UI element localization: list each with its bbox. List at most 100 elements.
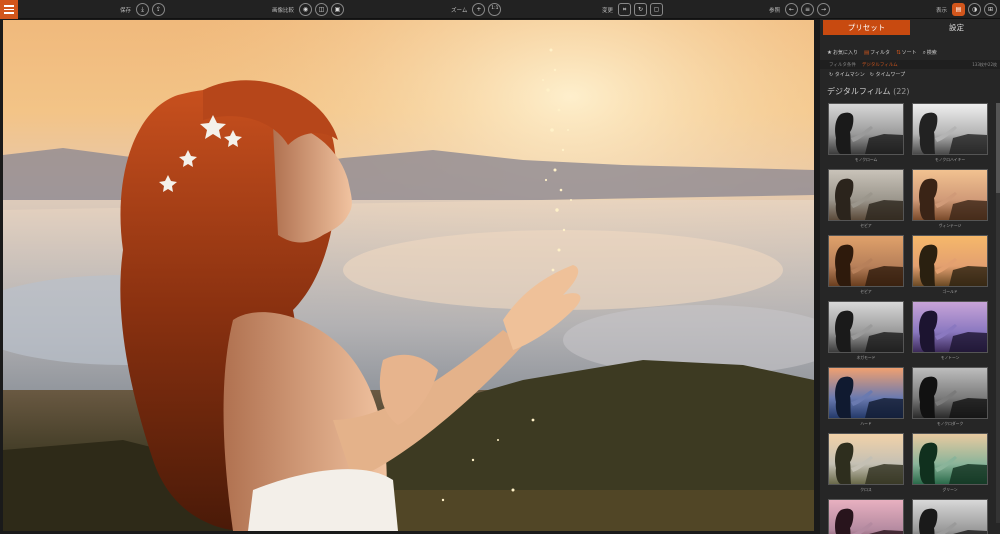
preset-thumbnail-caption: ゴールド <box>942 289 958 294</box>
preset-thumbnail-image <box>828 367 904 419</box>
history-icon[interactable]: ≡ <box>801 3 815 16</box>
save-label: 保存 <box>120 7 132 14</box>
photo-editor-app: 保存 ⤓ ⇪ 画像比較 ◉ ◫ ▣ ズーム + 1:1 変更 ⌗ ↻ ▢ 参照 … <box>0 0 1000 534</box>
undo-icon[interactable]: ← <box>785 3 799 16</box>
breadcrumb: フィルタ条件 デジタルフィルム 133枚中22枚 <box>820 60 1000 69</box>
view-label: 表示 <box>936 7 948 14</box>
rotate-icon[interactable]: ↻ <box>634 3 648 16</box>
breadcrumb-current[interactable]: デジタルフィルム <box>862 62 898 68</box>
zoom-label: ズーム <box>451 7 468 14</box>
preset-thumbnail[interactable]: ネガモード <box>828 301 904 361</box>
preset-thumbnail-caption: ヴィンテージ <box>938 223 962 228</box>
preset-thumbnail-caption: セピア <box>860 289 872 294</box>
sort-icon: ⇅ <box>896 50 901 56</box>
preset-thumbnail-caption: クロス <box>860 487 872 492</box>
star-icon: ★ <box>827 50 832 56</box>
filter-icon: ▤ <box>863 50 870 56</box>
share-icon[interactable]: ⇪ <box>152 3 166 16</box>
group-count: (22) <box>893 87 910 96</box>
panel-tabs: プリセット 設定 <box>820 19 1000 35</box>
preset-thumbnail-image <box>912 433 988 485</box>
preset-thumbnail-caption: モノクローム <box>854 157 878 162</box>
preset-thumbnail[interactable]: クロス <box>828 433 904 493</box>
panel-scrollbar[interactable] <box>996 103 1000 523</box>
history-group: 参照 ← ≡ → <box>769 2 831 17</box>
preset-thumbnail-image <box>912 367 988 419</box>
panel-icon[interactable]: ▤ <box>952 3 966 16</box>
search-button[interactable]: ⌕検索 <box>923 49 937 57</box>
preset-thumbnail-image <box>828 169 904 221</box>
preset-thumbnail[interactable]: モノクロダーク <box>912 367 988 427</box>
tab-settings[interactable]: 設定 <box>913 19 1000 35</box>
preset-panel: プリセット 設定 ★お気に入り ▤フィルタ ⇅ソート ⌕検索 フィルタ条件 デジ… <box>820 19 1000 534</box>
tab-presets[interactable]: プリセット <box>823 20 910 35</box>
preset-thumbnail[interactable]: モノトーン <box>912 301 988 361</box>
preset-thumbnail-image <box>828 235 904 287</box>
top-toolbar: 保存 ⤓ ⇪ 画像比較 ◉ ◫ ▣ ズーム + 1:1 変更 ⌗ ↻ ▢ 参照 … <box>0 0 1000 19</box>
preset-thumbnail[interactable]: セピア <box>828 169 904 229</box>
compare-label: 画像比較 <box>272 7 295 14</box>
preset-thumbnail[interactable]: ハード <box>828 367 904 427</box>
sort-button[interactable]: ⇅ソート <box>896 49 917 56</box>
transform-group: 変更 ⌗ ↻ ▢ <box>602 2 664 17</box>
preset-thumbnail-caption: モノクロハイキー <box>934 157 966 162</box>
zoom-fit-button[interactable]: + <box>472 3 486 16</box>
sort-label: ソート <box>901 50 917 56</box>
preset-thumbnail-image <box>828 499 904 534</box>
favorites-filter[interactable]: ★お気に入り <box>827 49 858 56</box>
filter-button[interactable]: ▤フィルタ <box>864 49 890 56</box>
preset-group-title[interactable]: デジタルフィルム (22) <box>820 86 1000 97</box>
preset-thumbnail-caption: モノトーン <box>940 355 960 360</box>
breadcrumb-root[interactable]: フィルタ条件 <box>829 62 856 68</box>
zoom-1to1-button[interactable]: 1:1 <box>488 3 502 16</box>
timemachine-filter[interactable]: ↻ タイムマシン <box>829 71 865 78</box>
preset-thumbnail-image <box>912 103 988 155</box>
preset-thumbnail[interactable]: ゴールド <box>912 235 988 295</box>
preset-thumbnail-image <box>828 433 904 485</box>
preset-thumbnail[interactable] <box>912 499 988 534</box>
clock-icon: ↻ <box>829 72 834 78</box>
search-label: 検索 <box>926 49 937 56</box>
save-group: 保存 ⤓ ⇪ <box>120 2 166 17</box>
photo-image <box>3 20 814 531</box>
favorites-label: お気に入り <box>832 50 858 56</box>
transform-label: 変更 <box>602 7 614 14</box>
split-view-icon[interactable]: ◫ <box>315 3 329 16</box>
side-by-side-icon[interactable]: ▣ <box>331 3 345 16</box>
filter-label: フィルタ <box>870 50 891 56</box>
crop-icon[interactable]: ⌗ <box>618 3 632 16</box>
preset-thumbnail-caption: ハード <box>860 421 872 426</box>
timewarp-filter[interactable]: ↻ タイムワープ <box>870 71 905 78</box>
preset-thumbnail[interactable]: セピア <box>828 235 904 295</box>
search-icon: ⌕ <box>922 49 926 56</box>
photo-canvas[interactable] <box>3 20 814 531</box>
zoom-group: ズーム + 1:1 <box>451 2 502 17</box>
preset-count: 133枚中22枚 <box>972 61 997 67</box>
preset-thumbnail[interactable]: モノクローム <box>828 103 904 163</box>
group-title-label: デジタルフィルム <box>827 87 891 96</box>
hamburger-icon[interactable] <box>0 0 18 19</box>
layout-icon[interactable]: ⊞ <box>984 3 998 16</box>
redo-icon[interactable]: → <box>817 3 831 16</box>
before-after-icon[interactable]: ◑ <box>968 3 982 16</box>
preset-thumbnail-caption: グリーン <box>942 487 958 492</box>
preset-thumbnail-image <box>912 499 988 534</box>
preset-thumbnail[interactable]: モノクロハイキー <box>912 103 988 163</box>
filter-bar: ★お気に入り ▤フィルタ ⇅ソート ⌕検索 <box>820 46 1000 59</box>
preset-thumbnail-image <box>828 103 904 155</box>
save-icon[interactable]: ⤓ <box>136 3 150 16</box>
preset-thumbnail-image <box>912 169 988 221</box>
scrollbar-thumb[interactable] <box>996 103 1000 193</box>
timewarp-label: タイムワープ <box>875 72 906 78</box>
preset-thumbnail[interactable]: ヴィンテージ <box>912 169 988 229</box>
frame-icon[interactable]: ▢ <box>650 3 664 16</box>
eye-icon[interactable]: ◉ <box>299 3 313 16</box>
compare-group: 画像比較 ◉ ◫ ▣ <box>272 2 345 17</box>
preset-thumbnail-caption: ネガモード <box>856 355 876 360</box>
preset-thumbnail-image <box>912 235 988 287</box>
preset-thumbnail[interactable] <box>828 499 904 534</box>
warp-icon: ↻ <box>869 72 874 78</box>
preset-thumbnail-caption: セピア <box>860 223 872 228</box>
timemachine-label: タイムマシン <box>834 72 865 78</box>
preset-thumbnail[interactable]: グリーン <box>912 433 988 493</box>
